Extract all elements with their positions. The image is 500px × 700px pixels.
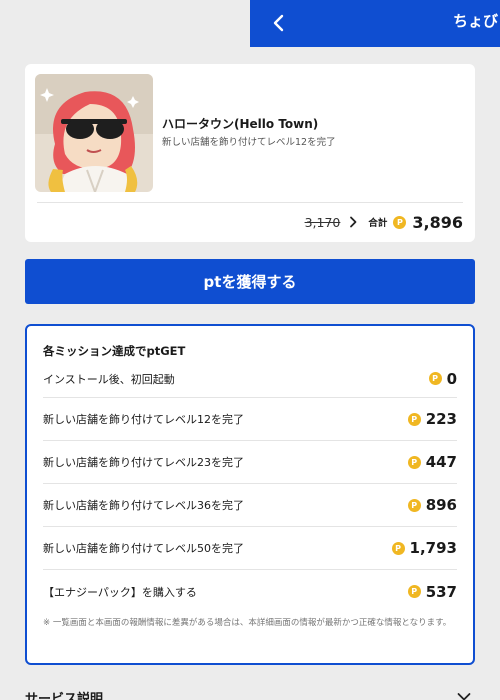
mission-row: 新しい店舗を飾り付けてレベル36を完了 P 896	[43, 484, 457, 527]
app-icon-image	[35, 74, 153, 192]
total-label: 合計	[368, 218, 388, 229]
mission-label: 新しい店舗を飾り付けてレベル23を完了	[43, 456, 244, 469]
mission-list: インストール後、初回起動 P0 新しい店舗を飾り付けてレベル12を完了 P 223…	[43, 360, 457, 613]
point-coin-icon: P	[407, 585, 421, 598]
chevron-down-icon[interactable]	[457, 692, 471, 700]
chevron-right-icon	[350, 216, 357, 228]
mission-points: 1,793	[409, 539, 457, 557]
mission-points: 896	[425, 496, 457, 514]
app-description: 新しい店舗を飾り付けてレベル12を完了	[162, 137, 336, 148]
point-coin-icon: P	[407, 455, 421, 469]
chevron-left-icon[interactable]	[268, 12, 290, 34]
mission-points: 447	[425, 453, 457, 471]
mission-points: 0	[446, 369, 457, 388]
mission-row: インストール後、初回起動 P0	[43, 360, 457, 398]
divider	[37, 202, 463, 203]
mission-label: 【エナジーパック】を購入する	[43, 585, 197, 599]
mission-label: インストール後、初回起動	[43, 372, 175, 386]
mission-label: 新しい店舗を飾り付けてレベル50を完了	[43, 542, 244, 555]
mission-row: 【エナジーパック】を購入する P 537	[43, 570, 457, 613]
point-coin-icon: P	[391, 541, 405, 555]
mission-points: 223	[425, 410, 457, 428]
point-coin-icon: P	[407, 498, 421, 512]
page-title: ちょび	[453, 12, 499, 30]
mission-label: 新しい店舗を飾り付けてレベル36を完了	[43, 499, 244, 512]
app-name: ハロータウン(Hello Town)	[162, 117, 319, 131]
old-price: 3,170	[304, 214, 341, 230]
service-description-toggle[interactable]: サービス説明	[25, 688, 103, 700]
missions-title: 各ミッション達成でptGET	[43, 344, 186, 358]
point-coin-icon: P	[428, 372, 442, 385]
mission-row: 新しい店舗を飾り付けてレベル50を完了 P 1,793	[43, 527, 457, 570]
mission-points: 537	[425, 582, 457, 601]
mission-row: 新しい店舗を飾り付けてレベル12を完了 P 223	[43, 398, 457, 441]
disclaimer-note: ※ 一覧画面と本画面の報酬情報に差異がある場合は、本詳細画面の情報が最新かつ正確…	[43, 618, 452, 628]
point-coin-icon: P	[407, 412, 421, 426]
header-bar: ちょび	[250, 0, 500, 47]
mission-row: 新しい店舗を飾り付けてレベル23を完了 P 447	[43, 441, 457, 484]
missions-panel: 各ミッション達成でptGET インストール後、初回起動 P0 新しい店舗を飾り付…	[25, 324, 475, 665]
point-coin-icon: P	[393, 215, 407, 229]
total-points: 3,896	[412, 212, 463, 232]
app-card: ハロータウン(Hello Town) 新しい店舗を飾り付けてレベル12を完了 3…	[25, 64, 475, 242]
price-row: 3,170 合計 P 3,896	[305, 211, 463, 233]
mission-label: 新しい店舗を飾り付けてレベル12を完了	[43, 413, 244, 426]
get-points-button[interactable]: ptを獲得する	[25, 259, 475, 304]
